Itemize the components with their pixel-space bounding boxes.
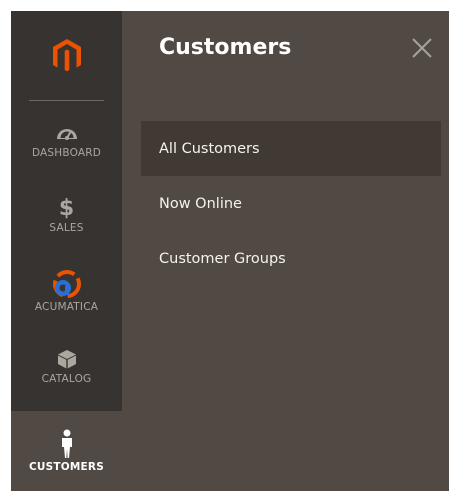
- sidebar-item-label: CATALOG: [41, 373, 92, 385]
- sidebar-item-customers[interactable]: CUSTOMERS: [11, 411, 122, 491]
- sidebar-item-catalog[interactable]: CATALOG: [11, 347, 122, 407]
- close-button[interactable]: [409, 35, 435, 61]
- customers-submenu: All Customers Now Online Customer Groups: [141, 121, 441, 286]
- logo-divider: [29, 100, 104, 101]
- submenu-item-customer-groups[interactable]: Customer Groups: [141, 231, 441, 286]
- sidebar-item-label: SALES: [49, 222, 84, 234]
- person-icon: [59, 429, 75, 459]
- admin-menu-frame: DASHBOARD $ SALES ACUMATICA CATALOG CUST…: [11, 11, 449, 491]
- sidebar-item-dashboard[interactable]: DASHBOARD: [11, 121, 122, 181]
- panel-title: Customers: [159, 35, 292, 60]
- box-icon: [56, 347, 78, 371]
- submenu-item-all-customers[interactable]: All Customers: [141, 121, 441, 176]
- sidebar-item-label: ACUMATICA: [34, 301, 99, 313]
- admin-sidebar: DASHBOARD $ SALES ACUMATICA CATALOG CUST…: [11, 11, 122, 491]
- submenu-item-now-online[interactable]: Now Online: [141, 176, 441, 231]
- customers-submenu-panel: Customers All Customers Now Online Custo…: [122, 11, 449, 491]
- dashboard-gauge-icon: [55, 121, 79, 145]
- sidebar-item-label: DASHBOARD: [31, 147, 102, 159]
- magento-logo-icon: [52, 39, 81, 72]
- magento-logo[interactable]: [11, 11, 122, 101]
- sidebar-item-acumatica[interactable]: ACUMATICA: [11, 269, 122, 329]
- acumatica-logo-icon: [51, 269, 83, 299]
- sidebar-item-label: CUSTOMERS: [29, 461, 104, 473]
- dollar-icon: $: [58, 195, 75, 221]
- sidebar-item-sales[interactable]: $ SALES: [11, 196, 122, 256]
- close-icon: [412, 38, 432, 58]
